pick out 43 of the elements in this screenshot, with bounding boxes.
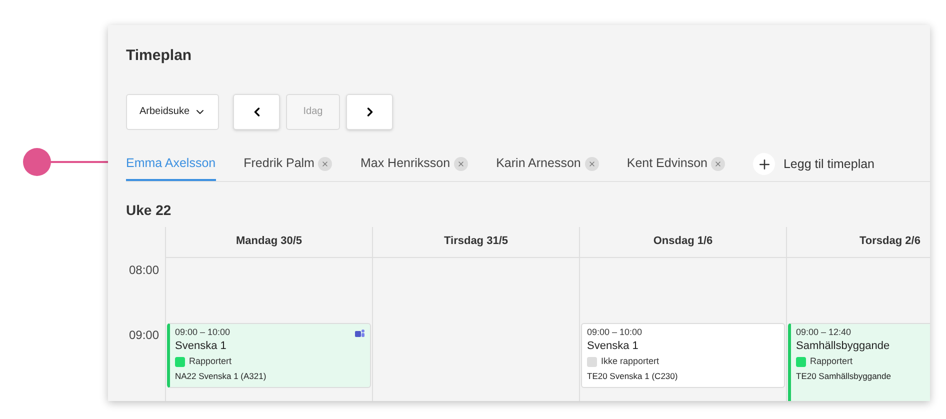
next-button[interactable]	[346, 94, 393, 130]
event-time: 09:00 – 10:00	[587, 326, 642, 338]
event-group: TE20 Samhällsbyggande	[796, 370, 930, 382]
hour-label: 09:00	[128, 328, 159, 342]
close-button[interactable]	[711, 157, 726, 171]
schedule-tab[interactable]: Karin Arnesson	[496, 148, 581, 180]
event-title: Svenska 1	[587, 339, 640, 353]
event-group: TE20 Svenska 1 (C230)	[587, 370, 779, 382]
status-indicator	[796, 356, 806, 367]
week-heading: Uke 22	[126, 200, 172, 220]
status-indicator	[175, 356, 185, 367]
previous-button[interactable]	[233, 94, 280, 130]
close-icon	[588, 160, 596, 168]
schedule-tab[interactable]: Fredrik Palm	[244, 148, 314, 180]
page-title: Timeplan	[126, 46, 193, 66]
view-select[interactable]: Arbeidsuke	[126, 94, 219, 130]
close-icon	[321, 160, 330, 168]
event-status: Rapportert	[810, 355, 853, 368]
schedule-tab[interactable]: Kent Edvinson	[626, 148, 708, 180]
add-schedule-button[interactable]: Legg til timeplan	[753, 153, 875, 175]
day-header: Onsdag 1/6	[653, 234, 713, 250]
day-header: Torsdag 2/6	[860, 234, 920, 250]
day-header: Mandag 30/5	[236, 234, 302, 250]
close-button[interactable]	[454, 157, 468, 171]
close-icon	[457, 160, 466, 168]
schedule-tab[interactable]: Max Henriksson	[360, 148, 450, 180]
event-group: NA22 Svenska 1 (A321)	[175, 370, 365, 382]
calendar-event[interactable]: 09:00 – 10:00 Svenska 1 Rapportert NA22 Svenska 1 (A321)	[167, 322, 371, 388]
hour-label: 08:00	[128, 262, 159, 276]
calendar-event[interactable]: 09:00 – 12:40 Samhällsbyggande Rapportert TE20 Samhällsbyggande	[788, 322, 930, 401]
event-title: Samhällsbyggande	[796, 339, 891, 353]
close-icon	[714, 160, 722, 168]
event-time: 09:00 – 12:40	[796, 326, 852, 338]
plus-icon	[753, 153, 776, 175]
event-status: Rapportert	[189, 355, 232, 368]
day-header: Tirsdag 31/5	[444, 234, 508, 250]
status-indicator	[587, 356, 597, 367]
close-button[interactable]	[584, 157, 599, 171]
event-status: Ikke rapportert	[601, 355, 660, 368]
close-button[interactable]	[318, 157, 332, 171]
calendar-event[interactable]: 09:00 – 10:00 Svenska 1 Ikke rapportert TE20 Svenska 1 (C230)	[581, 322, 785, 388]
event-title: Svenska 1	[175, 339, 228, 353]
event-time: 09:00 – 10:00	[175, 326, 230, 338]
